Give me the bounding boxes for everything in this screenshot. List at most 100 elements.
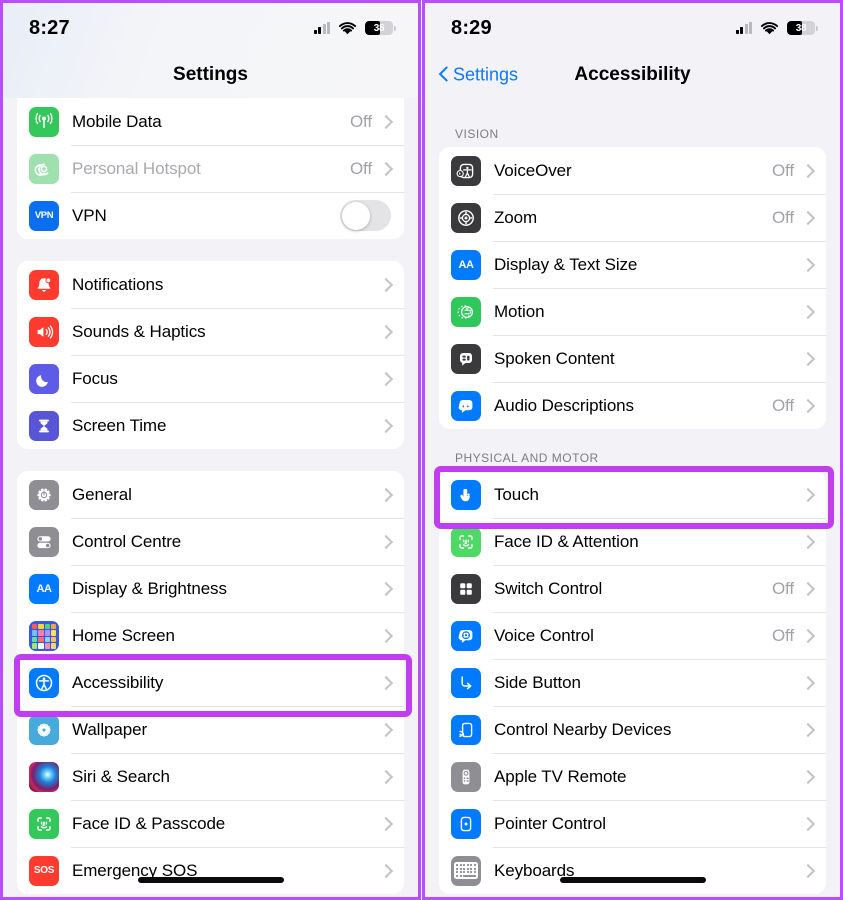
settings-row[interactable]: AA Display & Text Size (439, 241, 826, 288)
chevron-right-icon (803, 304, 812, 319)
voiceover-icon (451, 155, 481, 186)
chevron-right-icon (803, 257, 812, 272)
status-time: 8:27 (29, 16, 70, 39)
wifi-icon (338, 21, 357, 35)
settings-row-label: Face ID & Attention (494, 531, 639, 551)
settings-row[interactable]: Touch (439, 471, 826, 518)
voice-control-icon (451, 620, 481, 651)
settings-row-label: Voice Control (494, 625, 594, 645)
page-title: Accessibility (574, 64, 691, 85)
battery-icon: 38 (787, 21, 815, 35)
settings-row[interactable]: Audio Descriptions Off (439, 382, 826, 429)
row-value: Off (349, 158, 372, 178)
settings-row[interactable]: Keyboards (439, 847, 826, 894)
wallpaper-icon (29, 714, 59, 745)
general-gear-icon (29, 479, 59, 510)
status-indicators: 38 (313, 21, 396, 35)
chevron-right-icon (381, 534, 390, 549)
row-value: Off (771, 578, 794, 598)
settings-row[interactable]: Home Screen (17, 612, 404, 659)
pointer-control-icon (451, 808, 481, 839)
settings-row-label: Face ID & Passcode (72, 813, 226, 833)
back-button[interactable]: Settings (439, 65, 518, 86)
row-value: Off (771, 395, 794, 415)
settings-row-label: Zoom (494, 207, 538, 227)
settings-row-label: Siri & Search (72, 766, 170, 786)
display-text-size-icon: AA (451, 249, 481, 280)
settings-row[interactable]: Side Button (439, 659, 826, 706)
settings-row-label: Mobile Data (72, 111, 162, 131)
settings-row[interactable]: Accessibility (17, 659, 404, 706)
face-id-attention-icon (451, 526, 481, 557)
settings-row[interactable]: Control Centre (17, 518, 404, 565)
control-centre-icon (29, 526, 59, 557)
settings-row[interactable]: Focus (17, 355, 404, 402)
settings-row[interactable]: SOS Emergency SOS (17, 847, 404, 894)
sounds-haptics-icon (29, 316, 59, 347)
status-time: 8:29 (451, 16, 492, 39)
settings-row[interactable]: Notifications (17, 261, 404, 308)
zoom-icon (451, 202, 481, 233)
settings-row-label: Control Centre (72, 531, 182, 551)
row-value: Off (771, 625, 794, 645)
settings-row-label: VPN (72, 205, 107, 225)
page-title: Settings (173, 64, 248, 85)
settings-row-label: Touch (494, 484, 539, 504)
chevron-right-icon (381, 418, 390, 433)
settings-row[interactable]: Sounds & Haptics (17, 308, 404, 355)
chevron-right-icon (803, 769, 812, 784)
settings-row-label: Control Nearby Devices (494, 719, 672, 739)
settings-row[interactable]: VoiceOver Off (439, 147, 826, 194)
settings-row[interactable]: Face ID & Passcode (17, 800, 404, 847)
toggle-switch[interactable] (340, 200, 391, 231)
settings-row-label: Personal Hotspot (72, 158, 201, 178)
battery-percent: 38 (373, 22, 385, 34)
settings-row[interactable]: Voice Control Off (439, 612, 826, 659)
left-settings-list[interactable]: Mobile Data Off Personal Hotspot Off VPN VPN N… (3, 98, 418, 897)
settings-row[interactable]: Mobile Data Off (17, 98, 404, 145)
right-phone-screenshot: 8:29 38 Settings Accessibility VISION Vo… (422, 0, 843, 900)
right-settings-list[interactable]: VISION VoiceOver Off Zoom Off AA Display & Tex… (425, 101, 840, 897)
settings-row[interactable]: Spoken Content (439, 335, 826, 382)
settings-row[interactable]: Screen Time (17, 402, 404, 449)
chevron-right-icon (381, 161, 390, 176)
control-nearby-devices-icon (451, 714, 481, 745)
settings-row[interactable]: Face ID & Attention (439, 518, 826, 565)
chevron-right-icon (381, 863, 390, 878)
display-brightness-icon: AA (29, 573, 59, 604)
mobile-data-icon (29, 106, 59, 137)
settings-row[interactable]: Control Nearby Devices (439, 706, 826, 753)
chevron-right-icon (381, 371, 390, 386)
chevron-right-icon (803, 722, 812, 737)
settings-row[interactable]: Wallpaper (17, 706, 404, 753)
chevron-right-icon (803, 675, 812, 690)
settings-row-label: Screen Time (72, 415, 167, 435)
settings-row-label: Notifications (72, 274, 164, 294)
chevron-right-icon (803, 628, 812, 643)
home-indicator (137, 877, 284, 883)
settings-row-label: Side Button (494, 672, 581, 692)
chevron-right-icon (803, 534, 812, 549)
settings-group: Touch Face ID & Attention Switch Control Of… (439, 471, 826, 894)
settings-row[interactable]: Switch Control Off (439, 565, 826, 612)
chevron-right-icon (381, 324, 390, 339)
settings-row[interactable]: AA Display & Brightness (17, 565, 404, 612)
settings-row[interactable]: Personal Hotspot Off (17, 145, 404, 192)
apple-tv-remote-icon (451, 761, 481, 792)
settings-row[interactable]: Motion (439, 288, 826, 335)
settings-row[interactable]: Zoom Off (439, 194, 826, 241)
left-phone-screenshot: 8:27 38 Settings Mobile Data Off Persona… (0, 0, 421, 900)
settings-row[interactable]: Siri & Search (17, 753, 404, 800)
settings-row-label: Home Screen (72, 625, 175, 645)
settings-row-label: Spoken Content (494, 348, 615, 368)
chevron-right-icon (381, 277, 390, 292)
row-value: Off (771, 160, 794, 180)
settings-row[interactable]: General (17, 471, 404, 518)
settings-row[interactable]: Apple TV Remote (439, 753, 826, 800)
group-header: PHYSICAL AND MOTOR (455, 451, 599, 465)
settings-group: General Control Centre AA Display & Brightn… (17, 471, 404, 894)
chevron-right-icon (803, 398, 812, 413)
status-indicators: 38 (735, 21, 818, 35)
settings-row[interactable]: Pointer Control (439, 800, 826, 847)
settings-row[interactable]: VPN VPN (17, 192, 404, 239)
